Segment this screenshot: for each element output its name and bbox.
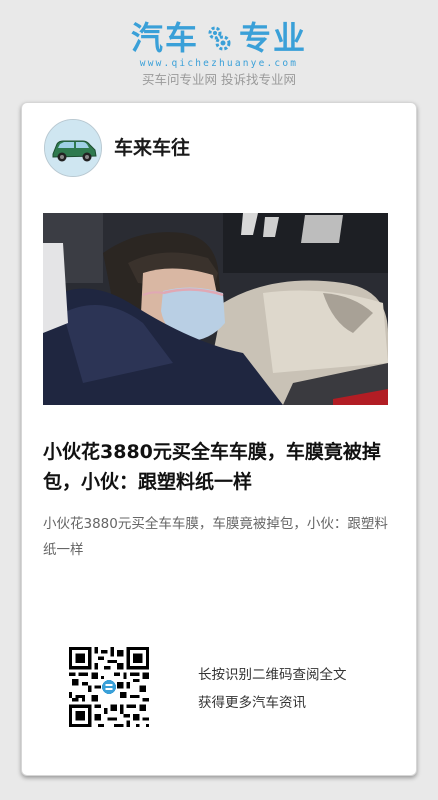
gear-icon	[208, 26, 231, 51]
brand-name-right: 专业	[239, 19, 308, 57]
author-avatar[interactable]	[44, 119, 102, 177]
article-card[interactable]: 车来车往 小伙花3880元买全车车膜，车膜竟被掉包，小伙：跟塑料纸一样 小伙花3…	[21, 102, 417, 776]
photo-image	[43, 213, 388, 405]
brand-logo: 汽车 专业	[0, 18, 438, 58]
qr-code[interactable]	[69, 647, 149, 727]
brand-name-left: 汽车	[130, 19, 199, 57]
qr-caption-line2: 获得更多汽车资讯	[198, 695, 306, 711]
article-photo[interactable]	[43, 213, 388, 405]
qr-caption: 长按识别二维码查阅全文 获得更多汽车资讯	[198, 661, 347, 717]
article-description: 小伙花3880元买全车车膜，车膜竟被掉包，小伙：跟塑料纸一样	[43, 516, 388, 558]
article-title[interactable]: 小伙花3880元买全车车膜，车膜竟被掉包，小伙：跟塑料纸一样	[43, 437, 395, 497]
author-name[interactable]: 车来车往	[114, 135, 190, 161]
qr-code-image	[69, 647, 149, 727]
brand-header: 汽车 专业 www.qichezhuanye.com 买车问专业网 投诉找专业网	[0, 18, 438, 88]
brand-slogan: 买车问专业网 投诉找专业网	[142, 72, 296, 87]
car-icon	[45, 120, 101, 176]
brand-url: www.qichezhuanye.com	[139, 58, 299, 69]
qr-caption-line1: 长按识别二维码查阅全文	[198, 667, 347, 683]
